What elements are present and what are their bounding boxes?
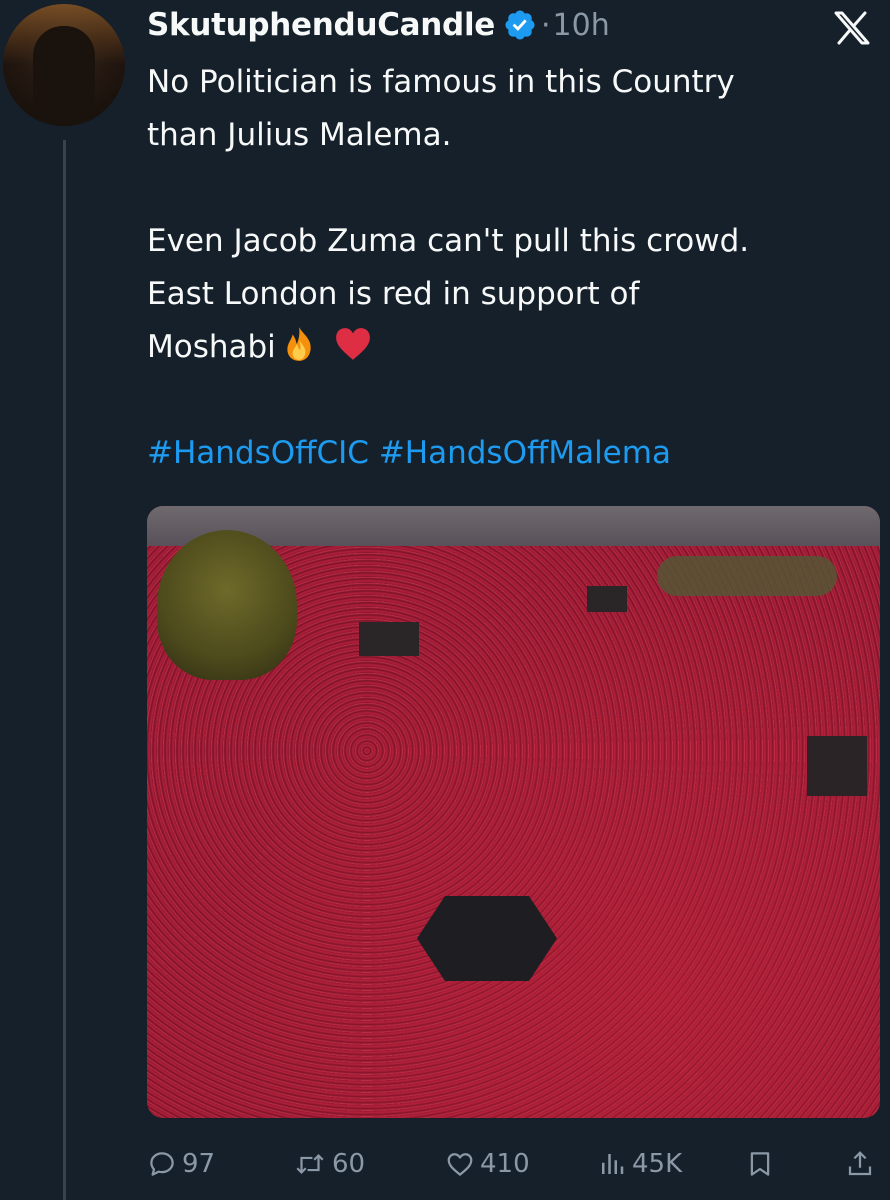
hashtag-link[interactable]: #HandsOffCIC (147, 435, 369, 471)
reply-count: 97 (182, 1149, 216, 1179)
post-text-line: than Julius Malema. (147, 117, 452, 153)
red-heart-emoji-icon (335, 328, 370, 360)
views-icon (602, 1154, 624, 1174)
bookmark-button[interactable] (745, 1142, 775, 1186)
hashtag-link[interactable]: #HandsOffMalema (379, 435, 671, 471)
reply-icon (150, 1152, 174, 1176)
views-button[interactable]: 45K (597, 1142, 682, 1186)
media-structure (807, 736, 867, 796)
bookmark-icon (750, 1152, 770, 1176)
avatar[interactable] (3, 4, 125, 126)
post-text-line: No Politician is famous in this Country (147, 64, 735, 100)
share-button[interactable] (845, 1142, 875, 1186)
fire-emoji-icon (287, 327, 311, 361)
reply-button[interactable]: 97 (147, 1142, 215, 1186)
avatar-silhouette (33, 26, 95, 126)
post-timestamp[interactable]: 10h (553, 8, 610, 43)
share-icon (848, 1151, 872, 1176)
media-hedge (657, 556, 837, 596)
views-count: 45K (632, 1149, 683, 1179)
x-logo-icon[interactable] (832, 10, 872, 46)
repost-count: 60 (332, 1149, 366, 1179)
like-button[interactable]: 410 (445, 1142, 530, 1186)
post-text: No Politician is famous in this Country … (147, 56, 877, 480)
display-name[interactable]: SkutuphenduCandle (147, 7, 495, 43)
post-text-line: Moshabi (147, 329, 276, 365)
media-stage (417, 896, 557, 981)
verified-badge-icon (505, 10, 535, 40)
post-media-image[interactable] (147, 506, 880, 1118)
header-separator: · (541, 7, 551, 43)
repost-button[interactable]: 60 (293, 1142, 365, 1186)
thread-line (63, 140, 66, 1200)
repost-icon (296, 1153, 324, 1175)
heart-icon (447, 1153, 473, 1176)
post-header: SkutuphenduCandle · 10h (147, 2, 610, 48)
media-structure (587, 586, 627, 612)
post-action-bar: 97 60 410 45K (147, 1142, 880, 1186)
media-structure (359, 622, 419, 656)
like-count: 410 (480, 1149, 530, 1179)
post-text-line-with-emoji: Moshabi (147, 321, 877, 374)
post-text-line: Even Jacob Zuma can't pull this crowd. (147, 223, 750, 259)
media-tree (157, 530, 297, 680)
hashtags-line: #HandsOffCIC #HandsOffMalema (147, 427, 877, 480)
post-text-line: East London is red in support of (147, 276, 640, 312)
